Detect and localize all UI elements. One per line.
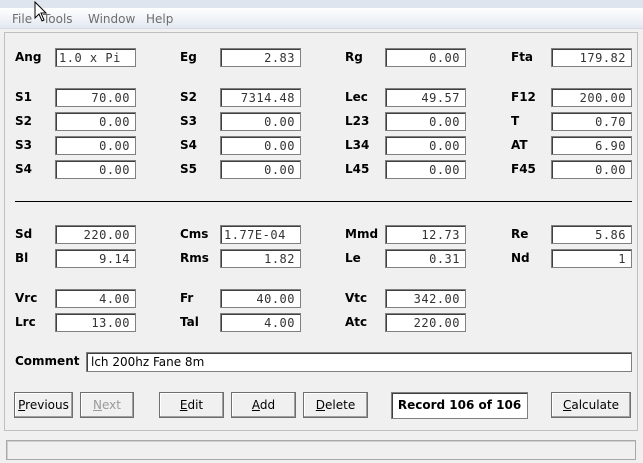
field-l23[interactable]: 0.00: [385, 112, 466, 131]
edit-button[interactable]: Edit: [159, 392, 224, 418]
label-bl: Bl: [15, 251, 29, 265]
field-l34[interactable]: 0.00: [385, 136, 466, 155]
label-nd: Nd: [511, 251, 530, 265]
label-vtc: Vtc: [345, 291, 368, 305]
delete-button-label: elete: [325, 398, 356, 412]
label-s2: S2: [180, 90, 197, 104]
delete-button[interactable]: Delete: [303, 392, 368, 418]
field-s2[interactable]: 7314.48: [220, 88, 301, 107]
field-s1[interactable]: 70.00: [55, 88, 136, 107]
label-lrc: Lrc: [15, 315, 36, 329]
field-rms[interactable]: 1.82: [220, 249, 301, 268]
label-s5: S5: [180, 162, 197, 176]
previous-button[interactable]: Previous: [14, 392, 73, 418]
label-le: Le: [345, 251, 361, 265]
comment-label: Comment: [15, 354, 80, 368]
field-le[interactable]: 0.31: [385, 249, 466, 268]
field-l45[interactable]: 0.00: [385, 160, 466, 179]
field-fta[interactable]: 179.82: [551, 48, 632, 67]
previous-button-label: revious: [25, 398, 69, 412]
field-re[interactable]: 5.86: [551, 225, 632, 244]
label-s1: S1: [15, 90, 32, 104]
label-s4: S4: [180, 138, 197, 152]
label-l45: L45: [345, 162, 370, 176]
next-button-label: ext: [102, 398, 121, 412]
field-atc[interactable]: 220.00: [385, 313, 466, 332]
label-cms: Cms: [180, 227, 209, 241]
field-t[interactable]: 0.70: [551, 112, 632, 131]
field-s2[interactable]: 0.00: [55, 112, 136, 131]
label-lec: Lec: [345, 90, 368, 104]
field-sd[interactable]: 220.00: [55, 225, 136, 244]
field-s3[interactable]: 0.00: [220, 112, 301, 131]
label-l34: L34: [345, 138, 370, 152]
label-re: Re: [511, 227, 529, 241]
delete-button-mnemonic: D: [315, 398, 326, 412]
comment-field[interactable]: lch 200hz Fane 8m: [86, 352, 632, 372]
field-eg[interactable]: 2.83: [220, 48, 301, 67]
field-f12[interactable]: 200.00: [551, 88, 632, 107]
field-vrc[interactable]: 4.00: [55, 289, 136, 308]
section-divider: [15, 201, 632, 202]
label-l23: L23: [345, 114, 370, 128]
next-button-mnemonic: N: [93, 398, 102, 412]
field-s3[interactable]: 0.00: [55, 136, 136, 155]
mouse-cursor-icon: [34, 1, 48, 22]
edit-button-label: dit: [187, 398, 204, 412]
menu-window[interactable]: Window: [88, 12, 135, 26]
label-vrc: Vrc: [15, 291, 38, 305]
label-fta: Fta: [511, 50, 534, 64]
label-s2: S2: [15, 114, 32, 128]
field-s4[interactable]: 0.00: [55, 160, 136, 179]
label-t: T: [511, 114, 520, 128]
field-mmd[interactable]: 12.73: [385, 225, 466, 244]
field-cms[interactable]: 1.77E-04: [220, 225, 301, 244]
label-ang: Ang: [15, 50, 42, 64]
record-status: Record 106 of 106: [391, 392, 528, 419]
label-eg: Eg: [180, 50, 197, 64]
label-fr: Fr: [180, 291, 194, 305]
field-s5[interactable]: 0.00: [220, 160, 301, 179]
field-lec[interactable]: 49.57: [385, 88, 466, 107]
label-s3: S3: [15, 138, 32, 152]
label-mmd: Mmd: [345, 227, 379, 241]
label-at: AT: [511, 138, 528, 152]
add-button[interactable]: Add: [231, 392, 296, 418]
label-f12: F12: [511, 90, 536, 104]
field-s4[interactable]: 0.00: [220, 136, 301, 155]
label-sd: Sd: [15, 227, 33, 241]
field-nd[interactable]: 1: [551, 249, 632, 268]
menu-help[interactable]: Help: [146, 12, 173, 26]
label-atc: Atc: [345, 315, 368, 329]
field-tal[interactable]: 4.00: [220, 313, 301, 332]
calculate-button[interactable]: Calculate: [551, 392, 631, 418]
status-bar: [6, 440, 636, 460]
menu-file[interactable]: File: [12, 12, 32, 26]
add-button-label: dd: [259, 398, 276, 412]
field-rg[interactable]: 0.00: [385, 48, 466, 67]
label-rms: Rms: [180, 251, 209, 265]
field-ang[interactable]: 1.0 x Pi: [55, 48, 136, 67]
field-lrc[interactable]: 13.00: [55, 313, 136, 332]
calculate-button-label: alculate: [571, 398, 620, 412]
field-at[interactable]: 6.90: [551, 136, 632, 155]
label-s4: S4: [15, 162, 32, 176]
menu-bar: File Tools Window Help: [0, 8, 643, 29]
label-s3: S3: [180, 114, 197, 128]
label-f45: F45: [511, 162, 536, 176]
next-button[interactable]: Next: [80, 392, 134, 418]
label-tal: Tal: [180, 315, 199, 329]
label-rg: Rg: [345, 50, 363, 64]
title-bar-strip: [0, 0, 643, 8]
field-fr[interactable]: 40.00: [220, 289, 301, 308]
field-bl[interactable]: 9.14: [55, 249, 136, 268]
field-f45[interactable]: 0.00: [551, 160, 632, 179]
field-vtc[interactable]: 342.00: [385, 289, 466, 308]
add-button-mnemonic: A: [251, 398, 260, 412]
